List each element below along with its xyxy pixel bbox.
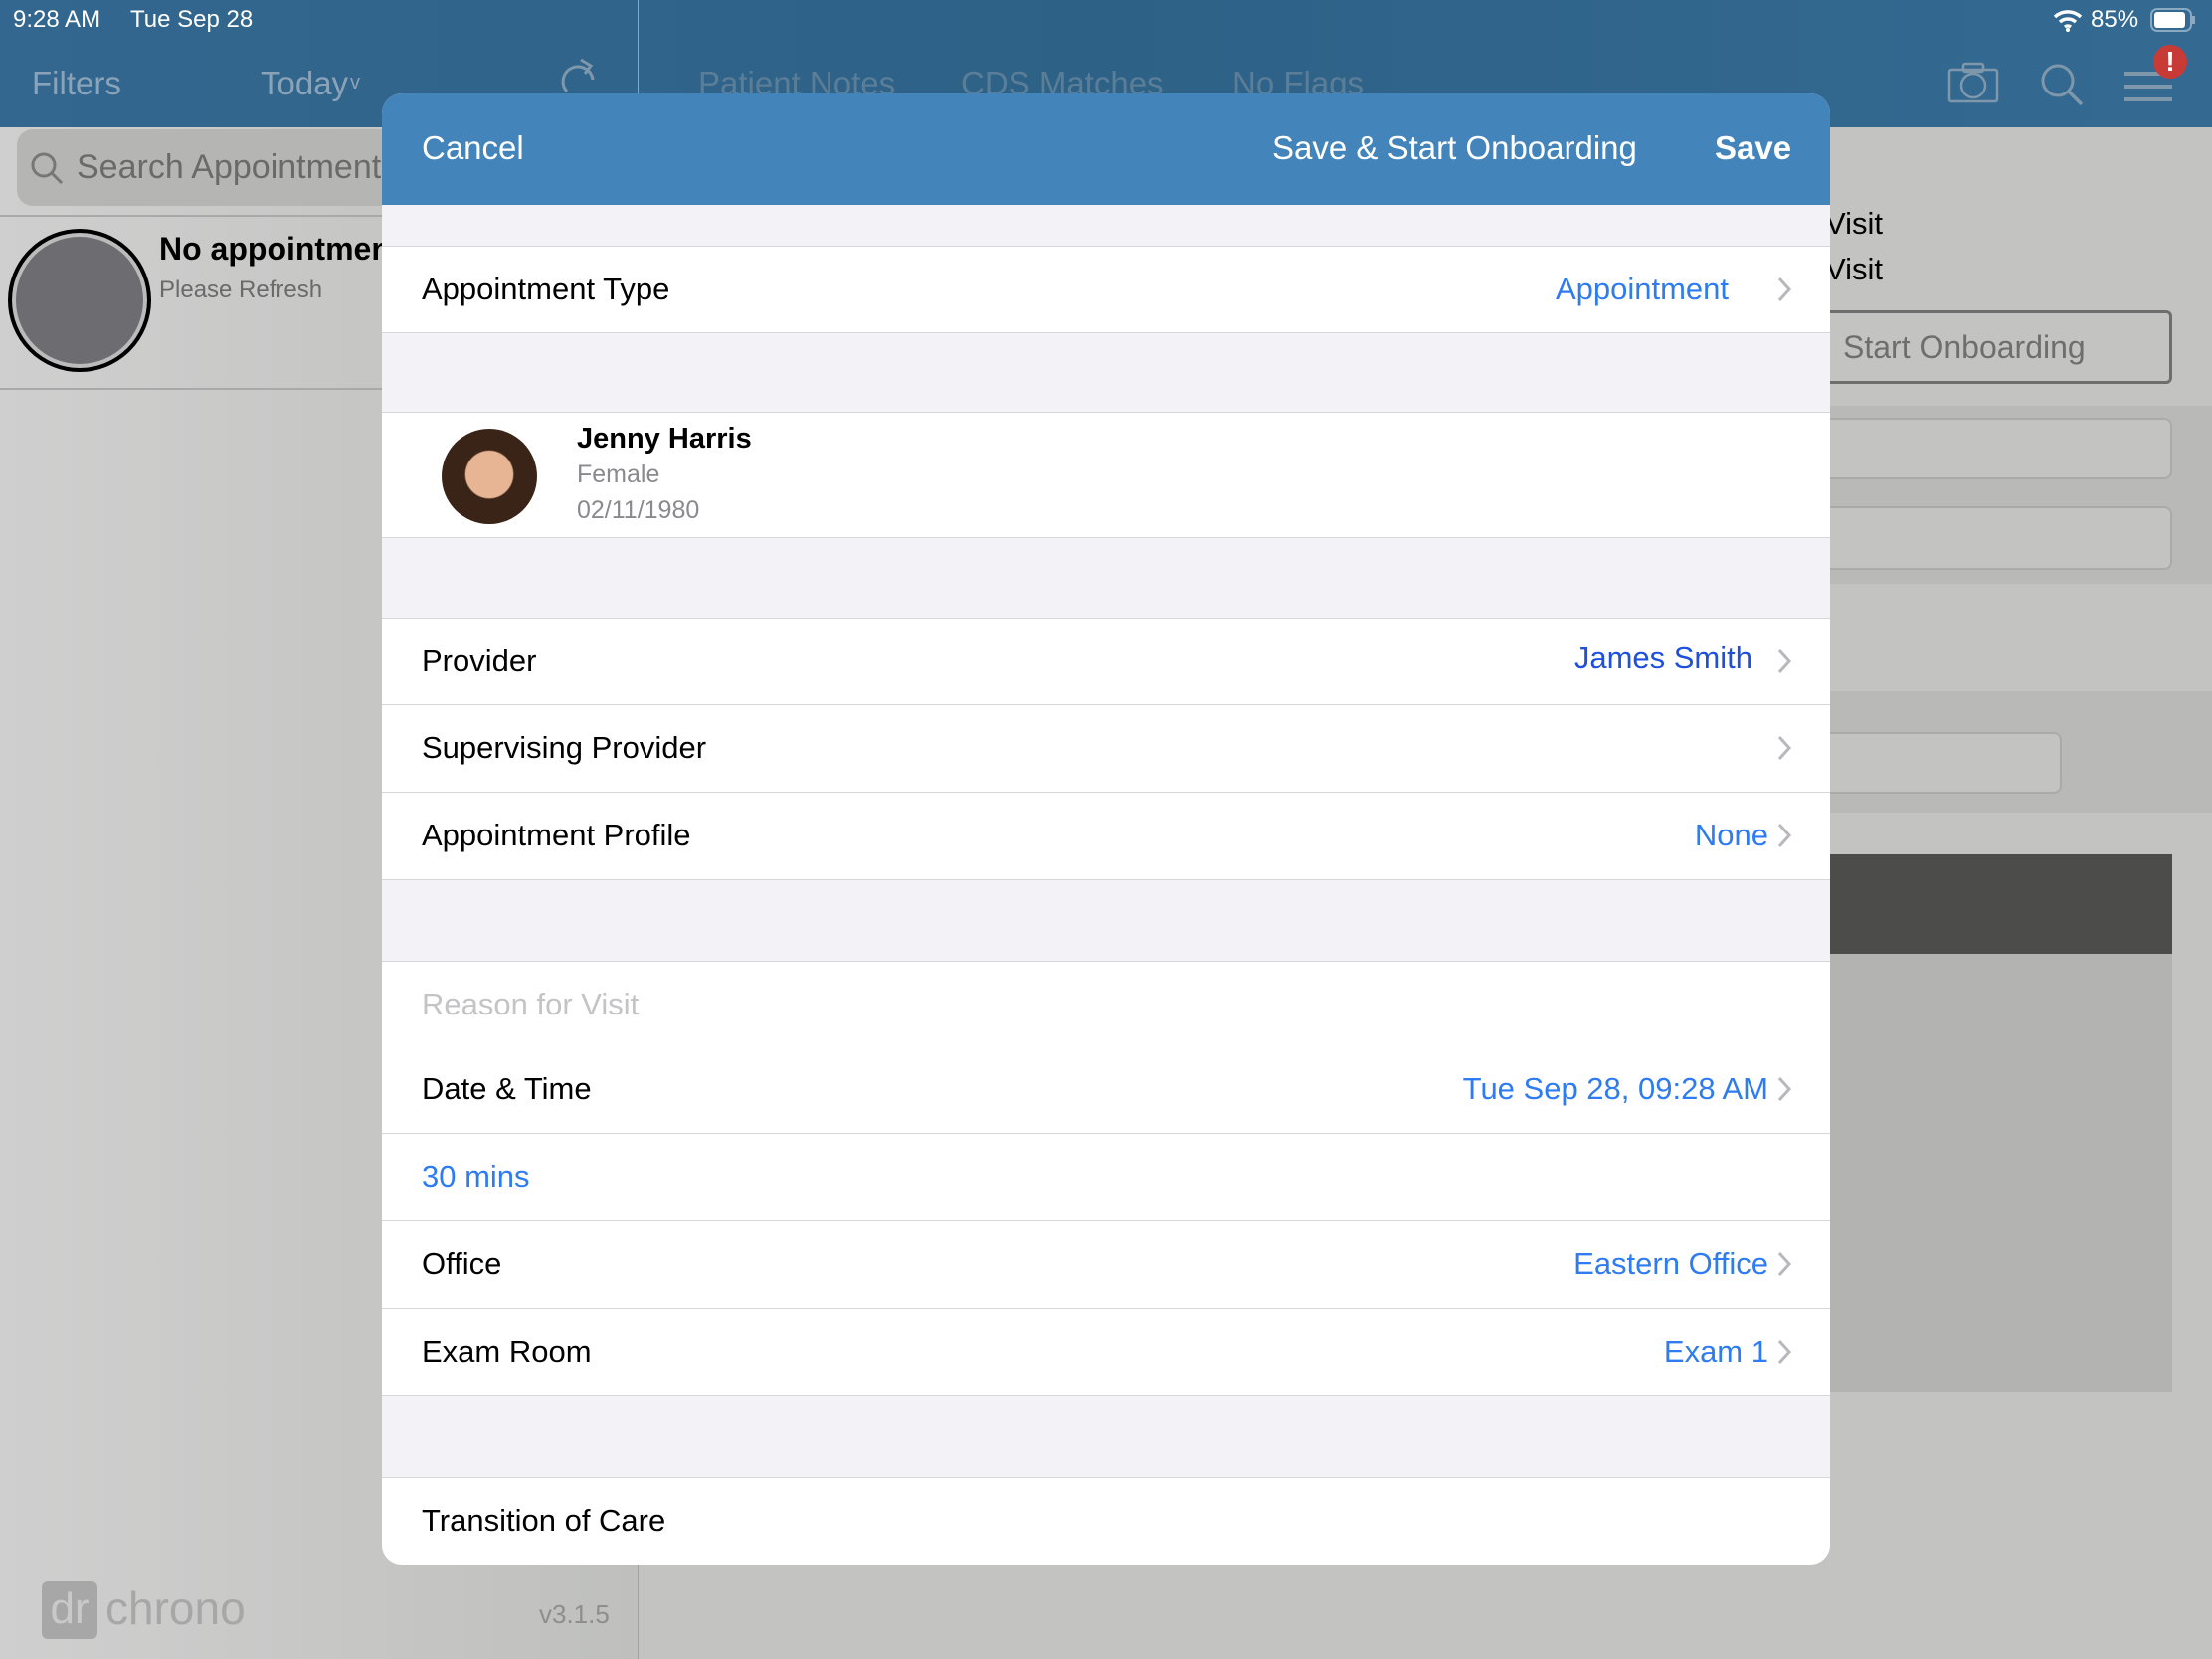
logo-text: chrono <box>105 1582 246 1634</box>
row-value: Tue Sep 28, 09:28 AM <box>1462 1071 1768 1106</box>
search-placeholder: Search Appointments <box>77 148 399 186</box>
new-appointment-modal: Cancel Save & Start Onboarding Save Appo… <box>382 93 1830 1565</box>
empty-title: No appointments <box>159 231 420 267</box>
exam-room-row[interactable]: Exam Room Exam 1 <box>382 1309 1830 1396</box>
row-label: Date & Time <box>422 1071 592 1106</box>
save-button[interactable]: Save <box>1715 129 1791 167</box>
row-label: Exam Room <box>422 1334 592 1369</box>
row-label: Office <box>422 1246 502 1281</box>
row-label: Transition of Care <box>422 1503 666 1538</box>
chevron-right-icon <box>1777 823 1792 848</box>
filters-button[interactable]: Filters <box>32 65 121 102</box>
office-row[interactable]: Office Eastern Office <box>382 1221 1830 1309</box>
row-value: James Smith <box>1573 641 1752 675</box>
search-icon[interactable] <box>2039 62 2085 107</box>
chevron-right-icon <box>1777 1251 1792 1277</box>
chevron-right-icon <box>1777 648 1792 674</box>
avatar <box>8 229 151 372</box>
start-onboarding-label: Start Onboarding <box>1843 329 2086 365</box>
patient-row[interactable]: Jenny Harris Female 02/11/1980 <box>382 412 1830 538</box>
battery-percent: 85% <box>2091 6 2139 33</box>
search-icon <box>31 152 64 185</box>
row-value: Appointment <box>1555 272 1729 306</box>
chevron-down-icon: v <box>350 72 360 93</box>
alert-badge: ! <box>2153 45 2187 79</box>
transition-of-care-row[interactable]: Transition of Care <box>382 1477 1830 1565</box>
chevron-right-icon <box>1777 735 1792 761</box>
chevron-right-icon <box>1777 1076 1792 1102</box>
start-onboarding-button[interactable]: Start Onboarding <box>1790 310 2172 384</box>
camera-icon[interactable] <box>1947 62 1999 103</box>
visit-label: Visit <box>1825 206 1884 241</box>
provider-row[interactable]: Provider James Smith <box>382 618 1830 705</box>
duration-row[interactable]: 30 mins <box>382 1134 1830 1221</box>
modal-header: Cancel Save & Start Onboarding Save <box>382 93 1830 205</box>
cancel-button[interactable]: Cancel <box>422 129 524 167</box>
row-value: Eastern Office <box>1573 1246 1768 1281</box>
battery-icon <box>2150 8 2195 32</box>
duration-value: 30 mins <box>422 1159 530 1194</box>
row-value: None <box>1694 818 1768 852</box>
input-field[interactable] <box>1790 506 2172 570</box>
dark-bar <box>1790 854 2172 954</box>
input-field[interactable] <box>1790 732 2062 794</box>
chevron-right-icon <box>1777 276 1792 302</box>
save-start-onboarding-button[interactable]: Save & Start Onboarding <box>1272 129 1637 167</box>
patient-avatar <box>442 429 537 524</box>
row-label: Appointment Profile <box>422 818 691 852</box>
row-label: Provider <box>422 644 537 678</box>
patient-name: Jenny Harris <box>577 423 752 455</box>
version-label: v3.1.5 <box>539 1599 610 1629</box>
row-label: Supervising Provider <box>422 730 707 765</box>
supervising-provider-row[interactable]: Supervising Provider <box>382 705 1830 793</box>
appointment-profile-row[interactable]: Appointment Profile None <box>382 793 1830 880</box>
visit-label: Visit <box>1825 252 1884 286</box>
patient-dob: 02/11/1980 <box>577 496 700 524</box>
wifi-icon <box>2053 10 2083 32</box>
patient-gender: Female <box>577 461 660 488</box>
row-label: Appointment Type <box>422 272 670 306</box>
reason-placeholder: Reason for Visit <box>422 987 640 1021</box>
status-time: 9:28 AM <box>13 6 101 33</box>
appointment-type-row[interactable]: Appointment Type Appointment <box>382 246 1830 333</box>
empty-subtitle[interactable]: Please Refresh <box>159 276 322 304</box>
status-date: Tue Sep 28 <box>130 6 254 33</box>
date-time-row[interactable]: Date & Time Tue Sep 28, 09:28 AM <box>382 1046 1830 1134</box>
input-field[interactable] <box>1790 418 2172 479</box>
row-value: Exam 1 <box>1663 1334 1768 1369</box>
today-dropdown[interactable]: Today <box>261 65 348 102</box>
reason-for-visit-input[interactable]: Reason for Visit <box>382 961 1830 1048</box>
logo: dr <box>42 1581 97 1639</box>
chevron-right-icon <box>1777 1339 1792 1365</box>
